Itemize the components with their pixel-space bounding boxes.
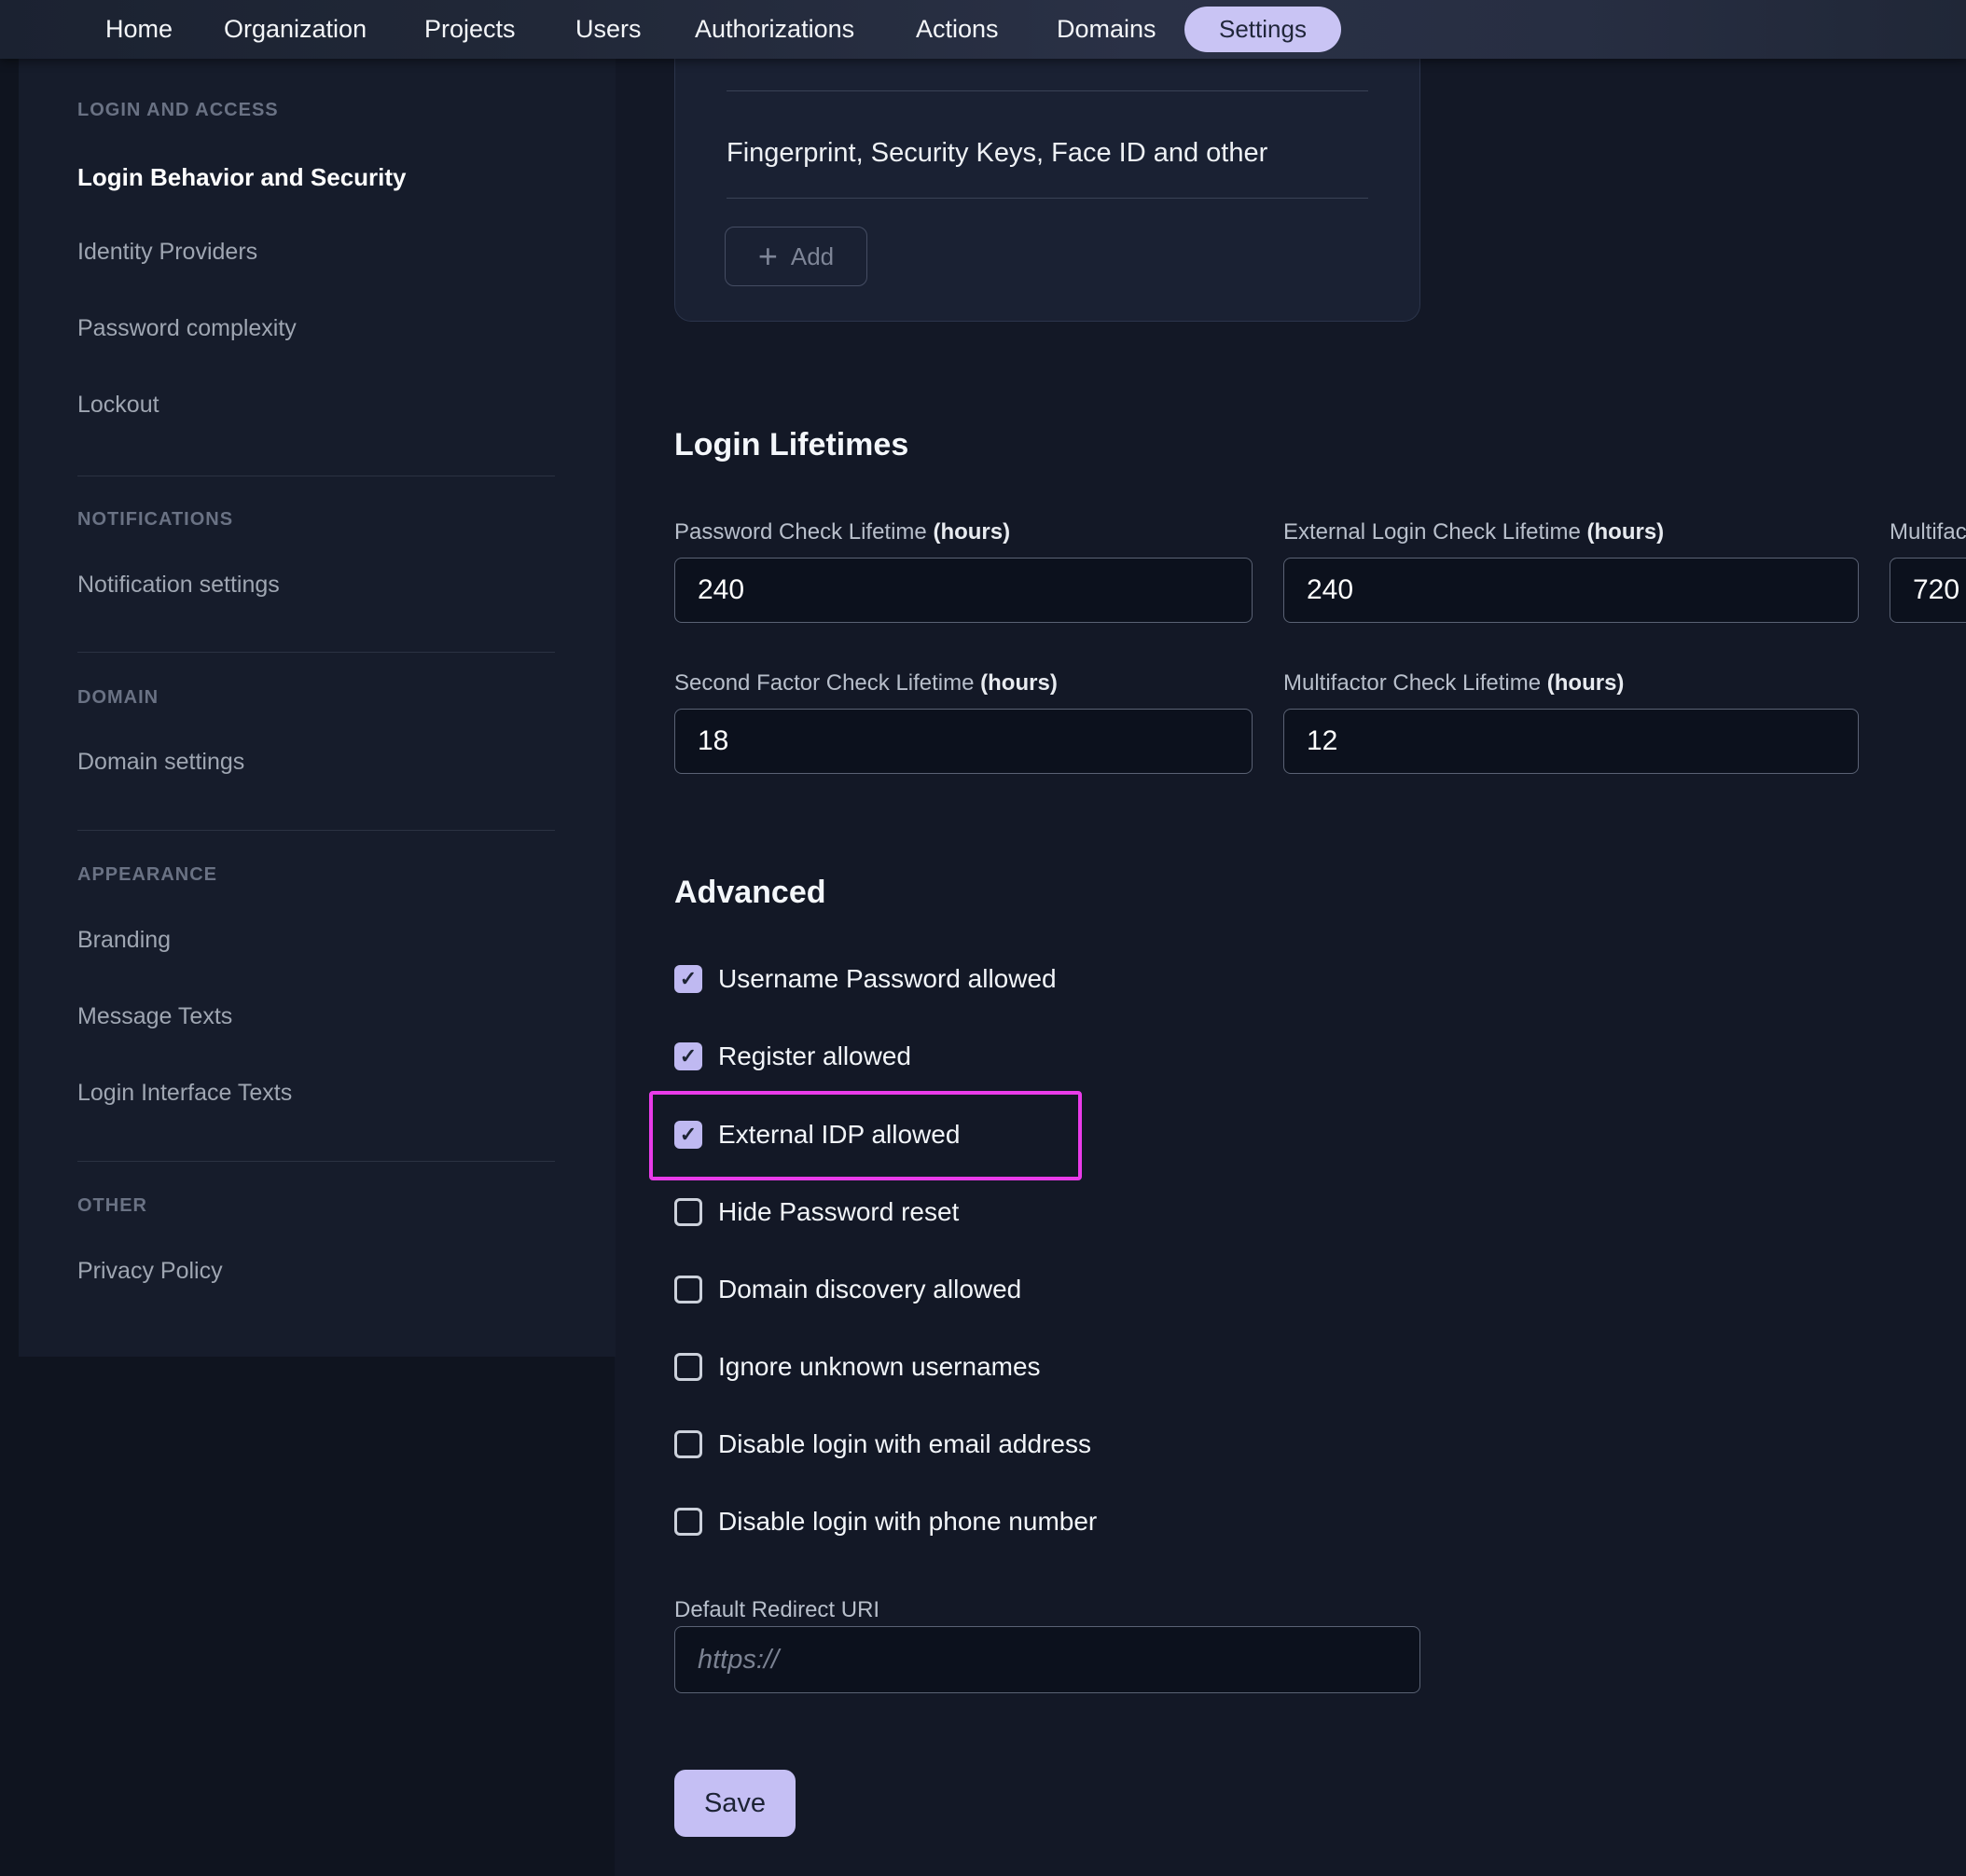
external-login-check-lifetime-input[interactable] (1283, 558, 1859, 623)
default-redirect-uri-label: Default Redirect URI (674, 1596, 879, 1624)
checkbox-label: Ignore unknown usernames (718, 1352, 1041, 1382)
checkbox-label: Disable login with phone number (718, 1507, 1097, 1537)
sidebar-header-notifications: NOTIFICATIONS (77, 506, 233, 532)
sidebar-item-login-behavior-and-security[interactable]: Login Behavior and Security (77, 162, 407, 192)
checkbox-label: External IDP allowed (718, 1120, 960, 1150)
label-text: Password Check Lifetime (674, 519, 933, 545)
unchecked-checkbox[interactable] (674, 1276, 702, 1304)
label-text: Second Factor Check Lifetime (674, 670, 980, 696)
label-unit: (hours) (933, 519, 1010, 545)
unchecked-checkbox[interactable] (674, 1508, 702, 1536)
label-unit: (hours) (1547, 670, 1625, 696)
checkmark-icon: ✓ (680, 967, 697, 991)
label-text: Multifac (1890, 519, 1966, 545)
nav-item-actions[interactable]: Actions (916, 0, 999, 59)
nav-item-home[interactable]: Home (105, 0, 173, 59)
save-button[interactable]: Save (674, 1770, 796, 1837)
sidebar-divider (77, 652, 555, 653)
checkbox-label: Disable login with email address (718, 1429, 1091, 1459)
checked-checkbox[interactable]: ✓ (674, 965, 702, 993)
unchecked-checkbox[interactable] (674, 1198, 702, 1226)
multifactor-truncated-label: Multifac (1890, 518, 1966, 546)
unchecked-checkbox[interactable] (674, 1353, 702, 1381)
login-lifetimes-heading: Login Lifetimes (674, 427, 908, 463)
sidebar-item-password-complexity[interactable]: Password complexity (77, 313, 297, 343)
sidebar-item-privacy-policy[interactable]: Privacy Policy (77, 1256, 223, 1286)
checkbox-disable-login-with-phone[interactable]: Disable login with phone number (674, 1502, 1097, 1541)
nav-item-domains[interactable]: Domains (1057, 0, 1156, 59)
card-divider (727, 198, 1368, 199)
default-redirect-uri-input[interactable] (674, 1626, 1420, 1693)
multifactor-check-lifetime-label: Multifactor Check Lifetime (hours) (1283, 669, 1624, 697)
checkbox-username-password-allowed[interactable]: ✓ Username Password allowed (674, 959, 1057, 999)
sidebar-item-identity-providers[interactable]: Identity Providers (77, 237, 257, 267)
checkbox-label: Register allowed (718, 1041, 911, 1071)
checkbox-hide-password-reset[interactable]: Hide Password reset (674, 1193, 959, 1232)
checked-checkbox[interactable]: ✓ (674, 1042, 702, 1070)
checkbox-register-allowed[interactable]: ✓ Register allowed (674, 1037, 911, 1076)
nav-item-organization[interactable]: Organization (224, 0, 367, 59)
checkbox-label: Domain discovery allowed (718, 1275, 1021, 1304)
multifactor-truncated-input[interactable] (1890, 558, 1966, 623)
second-factor-check-lifetime-label: Second Factor Check Lifetime (hours) (674, 669, 1058, 697)
sidebar-item-lockout[interactable]: Lockout (77, 390, 159, 420)
add-button-label: Add (791, 242, 834, 271)
checkbox-label: Username Password allowed (718, 964, 1057, 994)
card-divider (727, 90, 1368, 91)
sidebar-divider (77, 830, 555, 831)
label-text: Multifactor Check Lifetime (1283, 670, 1547, 696)
nav-item-projects[interactable]: Projects (424, 0, 516, 59)
password-check-lifetime-input[interactable] (674, 558, 1253, 623)
sidebar-item-login-interface-texts[interactable]: Login Interface Texts (77, 1078, 292, 1108)
checkbox-label: Hide Password reset (718, 1197, 959, 1227)
plus-icon: + (758, 240, 778, 273)
nav-item-authorizations[interactable]: Authorizations (695, 0, 854, 59)
sidebar-item-branding[interactable]: Branding (77, 925, 171, 955)
checkbox-disable-login-with-email[interactable]: Disable login with email address (674, 1425, 1091, 1464)
checkbox-ignore-unknown-usernames[interactable]: Ignore unknown usernames (674, 1347, 1041, 1386)
sidebar-item-message-texts[interactable]: Message Texts (77, 1001, 232, 1031)
unchecked-checkbox[interactable] (674, 1430, 702, 1458)
label-unit: (hours) (980, 670, 1058, 696)
advanced-heading: Advanced (674, 875, 826, 911)
second-factor-check-lifetime-input[interactable] (674, 709, 1253, 774)
sidebar-header-appearance: APPEARANCE (77, 862, 217, 888)
sidebar-item-domain-settings[interactable]: Domain settings (77, 747, 244, 777)
checkmark-icon: ✓ (680, 1044, 697, 1069)
sidebar-header-login-and-access: LOGIN AND ACCESS (77, 97, 279, 123)
add-passkey-button[interactable]: + Add (725, 227, 867, 286)
sidebar-header-domain: DOMAIN (77, 684, 159, 710)
nav-item-settings-active[interactable]: Settings (1184, 7, 1341, 52)
nav-item-users[interactable]: Users (575, 0, 642, 59)
multifactor-check-lifetime-input[interactable] (1283, 709, 1859, 774)
settings-sidebar: LOGIN AND ACCESS Login Behavior and Secu… (19, 59, 616, 1357)
passkeys-card-title: Fingerprint, Security Keys, Face ID and … (727, 138, 1267, 169)
sidebar-item-notification-settings[interactable]: Notification settings (77, 570, 280, 600)
sidebar-divider (77, 1161, 555, 1162)
checkbox-domain-discovery-allowed[interactable]: Domain discovery allowed (674, 1270, 1021, 1309)
password-check-lifetime-label: Password Check Lifetime (hours) (674, 518, 1010, 546)
top-navigation: Home Organization Projects Users Authori… (0, 0, 1966, 59)
passkeys-card: Fingerprint, Security Keys, Face ID and … (674, 59, 1420, 322)
checkbox-external-idp-allowed[interactable]: ✓ External IDP allowed (674, 1115, 960, 1154)
checkmark-icon: ✓ (680, 1123, 697, 1147)
external-login-check-lifetime-label: External Login Check Lifetime (hours) (1283, 518, 1664, 546)
checked-checkbox[interactable]: ✓ (674, 1121, 702, 1149)
label-unit: (hours) (1587, 519, 1665, 545)
sidebar-header-other: OTHER (77, 1193, 147, 1219)
label-text: External Login Check Lifetime (1283, 519, 1587, 545)
